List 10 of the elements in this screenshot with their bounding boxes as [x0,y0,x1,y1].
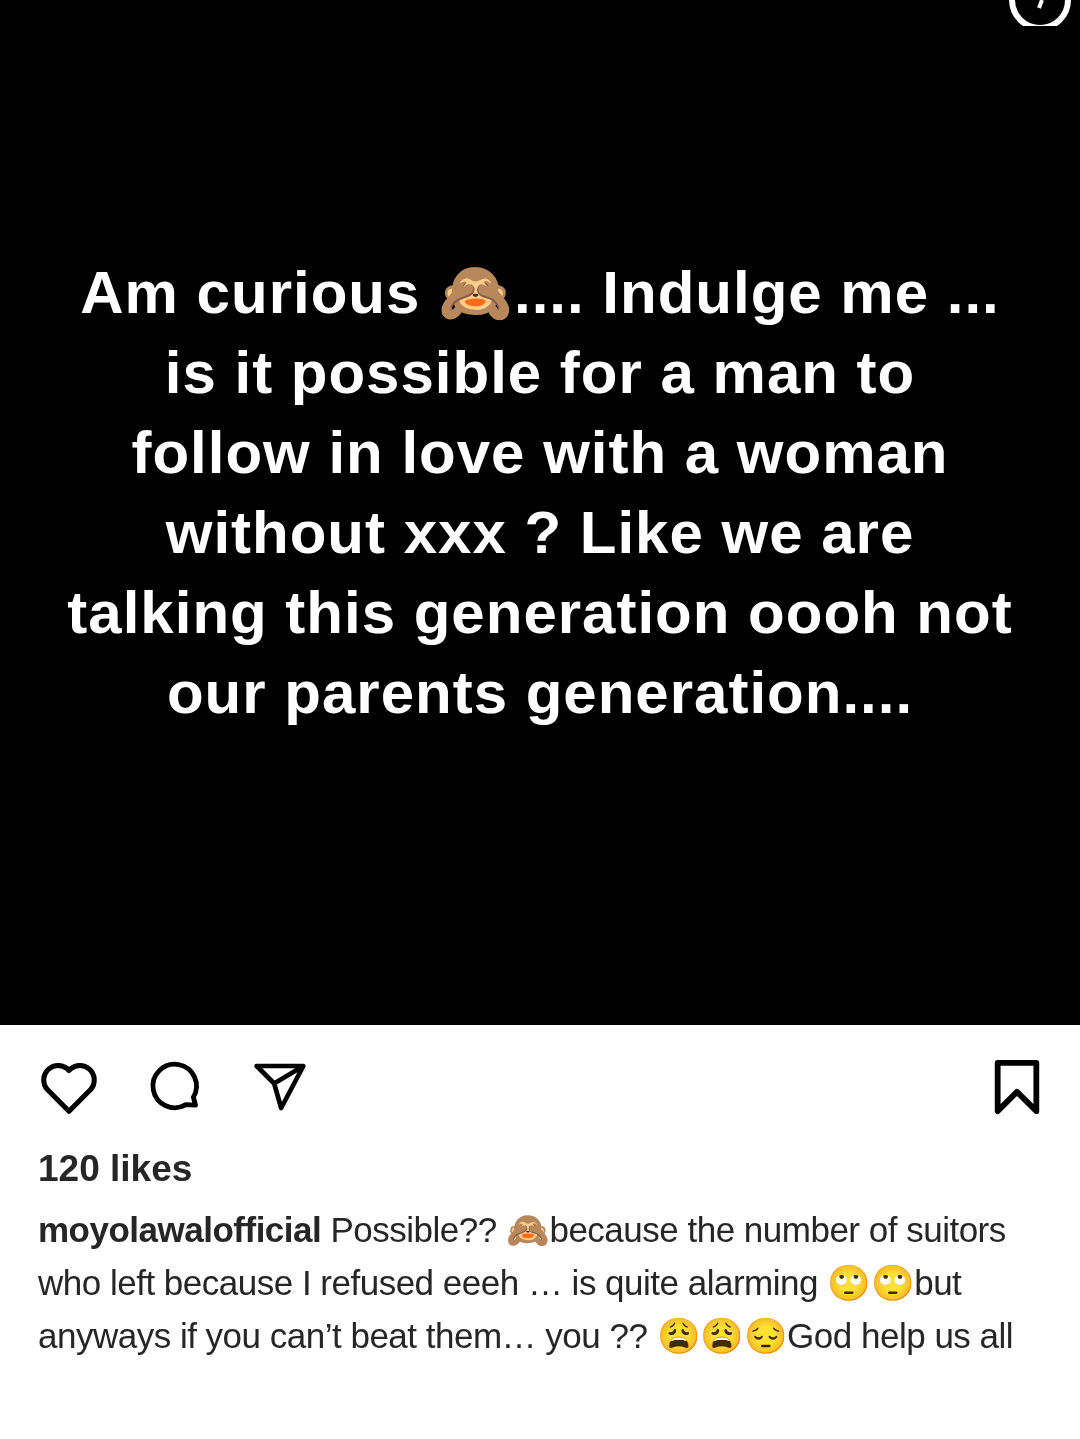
bookmark-icon[interactable] [992,1058,1042,1116]
story-text: Am curious 🙈.... Indulge me ... [80,257,1000,328]
story-text: is it possible for a man to [164,337,916,408]
story-text: follow in love with a woman [131,417,949,488]
story-text: our parents generation.... [166,657,914,728]
likes-count[interactable]: 120 likes [38,1147,1042,1191]
story-text: talking this generation oooh not [67,577,1013,648]
circle-icon[interactable] [1008,0,1072,26]
story-text: without xxx ? Like we are [165,497,915,568]
caption: moyolawalofficial Possible?? 🙈because the number of suitors who left because I refused eeeh … is quite alarming 🙄🙄but anyways if you can’t beat them… you ?? 😩😩😔God help us all [38,1209,1015,1357]
